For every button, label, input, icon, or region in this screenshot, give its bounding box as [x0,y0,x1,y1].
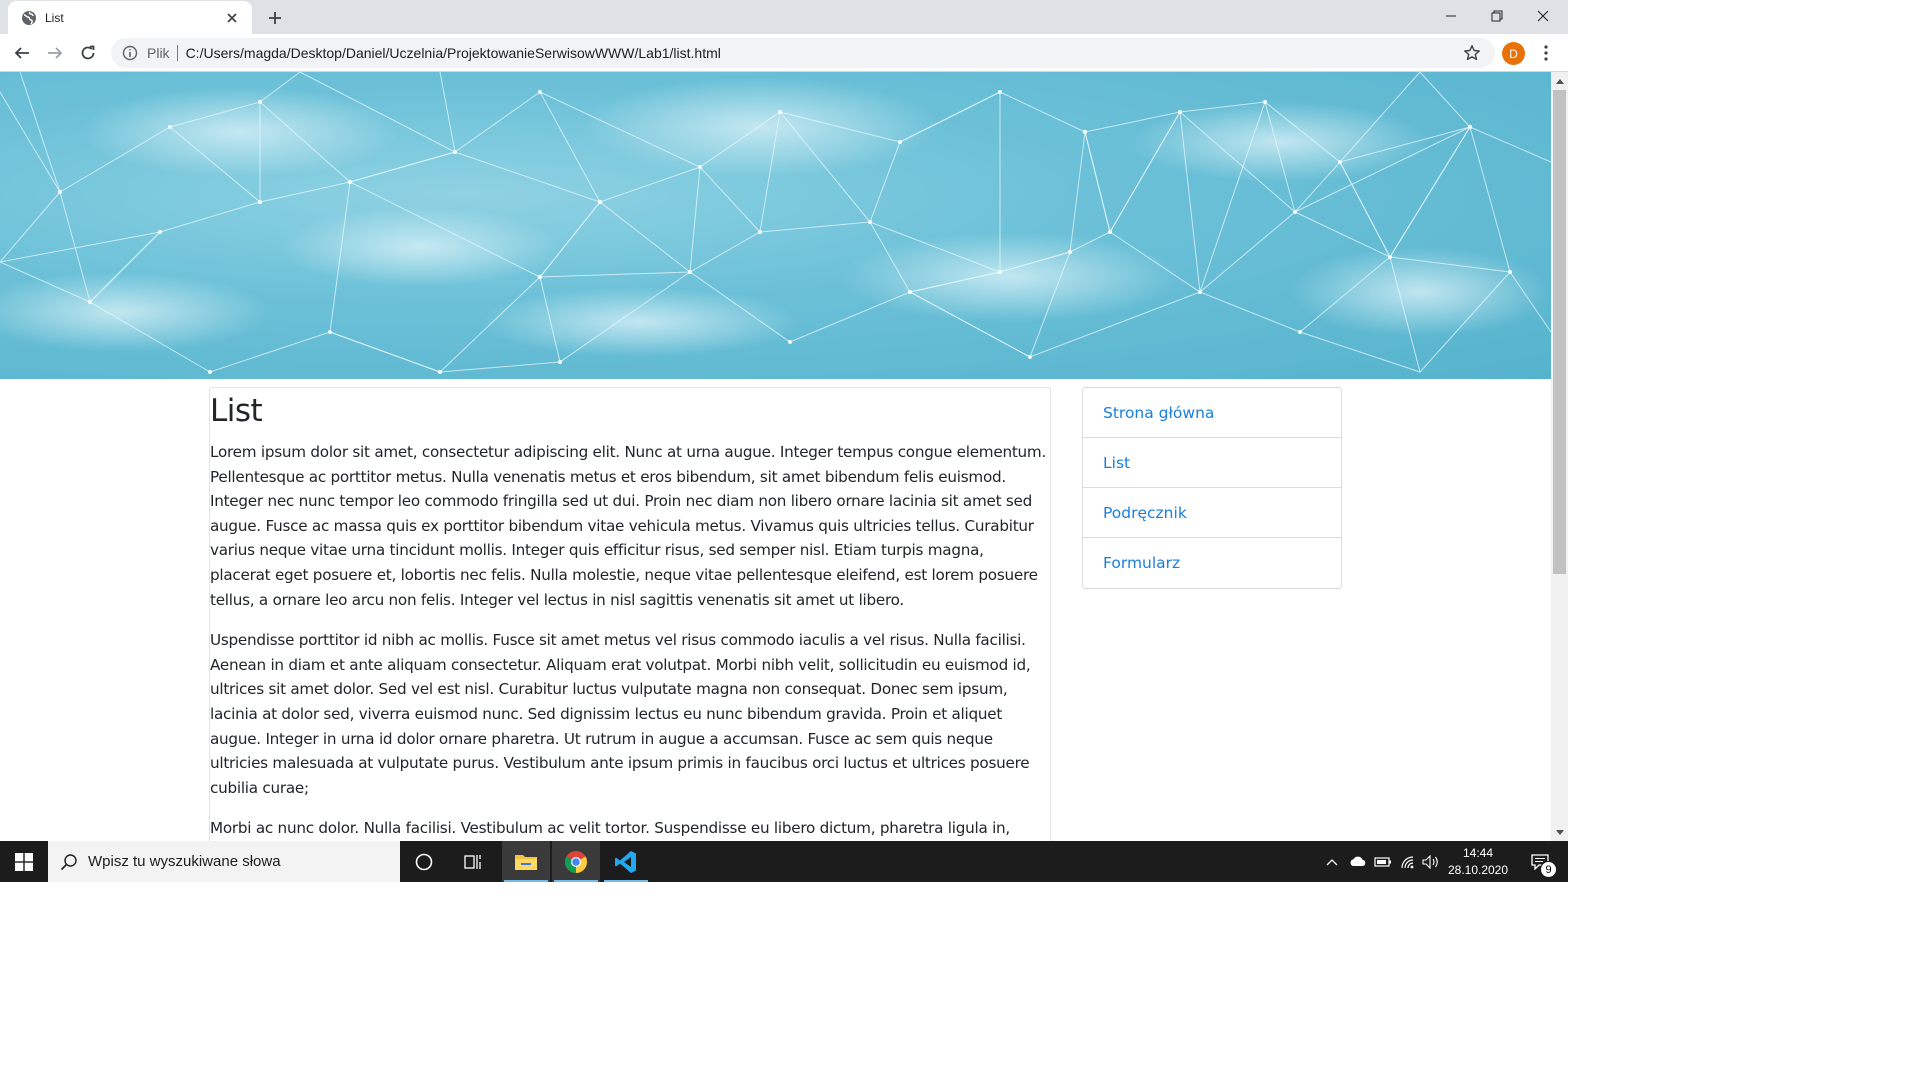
wifi-icon[interactable] [1396,841,1420,882]
browser-tab-strip: List [0,0,1568,34]
new-tab-button[interactable] [262,5,288,31]
profile-avatar[interactable]: D [1502,42,1525,65]
scroll-up-arrow-icon[interactable] [1551,74,1568,88]
reload-button[interactable] [73,38,103,68]
back-button[interactable] [7,38,37,68]
nav-link-list[interactable]: List [1083,438,1341,488]
search-placeholder: Wpisz tu wyszukiwane słowa [88,853,281,870]
globe-icon [21,10,37,26]
notification-count-badge: 9 [1540,861,1557,878]
file-explorer-icon[interactable] [502,841,550,882]
address-bar[interactable]: Plik C:/Users/magda/Desktop/Daniel/Uczel… [111,38,1495,68]
nav-link-home[interactable]: Strona główna [1083,388,1341,438]
cortana-icon[interactable] [400,841,448,882]
side-navigation: Strona główna List Podręcznik Formularz [1082,387,1342,589]
restore-button[interactable] [1474,0,1520,32]
taskbar-search-box[interactable]: Wpisz tu wyszukiwane słowa [48,841,400,882]
battery-icon[interactable] [1372,841,1394,882]
taskbar: Wpisz tu wyszukiwane słowa 14:44 28.10.2… [0,841,1568,882]
paragraph-3: Morbi ac nunc dolor. Nulla facilisi. Ves… [210,819,1011,838]
search-icon [60,853,78,871]
action-center-icon[interactable]: 9 [1518,841,1562,882]
address-prefix: Plik [147,45,170,61]
clock-date: 28.10.2020 [1447,863,1509,877]
vscode-icon[interactable] [602,841,650,882]
volume-icon[interactable] [1420,841,1442,882]
close-tab-icon[interactable] [222,8,242,28]
nav-link-form[interactable]: Formularz [1083,538,1341,588]
minimize-button[interactable] [1428,0,1474,32]
onedrive-cloud-icon[interactable] [1346,841,1370,882]
windows-start-icon[interactable] [0,841,48,882]
tab-title: List [45,10,64,25]
system-clock[interactable]: 14:44 28.10.2020 [1440,843,1516,881]
main-content: List Lorem ipsum dolor sit amet, consect… [209,387,1051,841]
page-title: List [210,393,263,429]
header-banner-image [0,72,1551,379]
browser-toolbar: Plik C:/Users/magda/Desktop/Daniel/Uczel… [0,34,1568,72]
kebab-menu-icon[interactable] [1534,41,1558,65]
clock-time: 14:44 [1462,846,1494,860]
vertical-scrollbar[interactable] [1551,72,1568,841]
nav-link-handbook[interactable]: Podręcznik [1083,488,1341,538]
show-hidden-icons-chevron-icon[interactable] [1322,841,1342,882]
forward-button[interactable] [40,38,70,68]
url-text[interactable]: C:/Users/magda/Desktop/Daniel/Uczelnia/P… [186,45,721,61]
page-viewport: List Lorem ipsum dolor sit amet, consect… [0,72,1551,841]
address-separator [176,45,178,61]
scrollbar-thumb[interactable] [1553,90,1566,574]
bookmark-star-icon[interactable] [1463,44,1481,62]
paragraph-1: Lorem ipsum dolor sit amet, consectetur … [210,443,1047,609]
scroll-down-arrow-icon[interactable] [1551,825,1568,839]
chrome-icon[interactable] [552,841,600,882]
close-window-button[interactable] [1520,0,1566,32]
task-view-icon[interactable] [450,841,498,882]
paragraph-2: Uspendisse porttitor id nibh ac mollis. … [210,631,1031,797]
info-icon[interactable] [122,45,138,61]
browser-tab[interactable]: List [8,1,252,34]
